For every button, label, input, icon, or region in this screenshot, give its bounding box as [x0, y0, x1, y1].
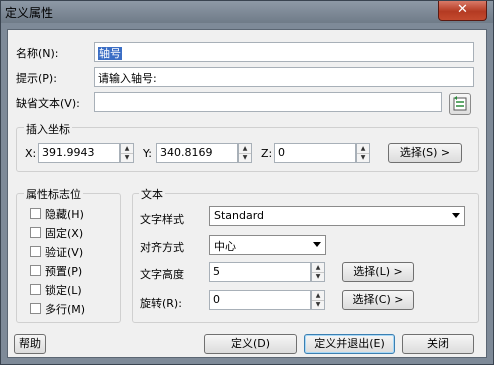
- prompt-input[interactable]: 请输入轴号:: [94, 67, 474, 87]
- x-input[interactable]: 391.9943: [38, 143, 120, 163]
- invisible-label: 隐藏(H): [45, 208, 84, 221]
- insert-field-icon: [453, 96, 467, 111]
- lock-position-checkbox[interactable]: [30, 284, 41, 295]
- define-attribute-dialog: 定义属性 ✕ 名称(N): 轴号 提示(P): 请输入轴号: 缺省文本(V): …: [0, 0, 494, 365]
- tag-input[interactable]: 轴号: [94, 42, 474, 62]
- preset-checkbox[interactable]: [30, 265, 41, 276]
- default-label: 缺省文本(V):: [16, 97, 80, 110]
- tag-label: 名称(N):: [16, 47, 59, 60]
- text-height-spinner[interactable]: ▲ ▼: [311, 262, 325, 282]
- spin-down-icon[interactable]: ▼: [312, 300, 324, 309]
- justify-dropdown[interactable]: 中心: [209, 235, 326, 255]
- define-and-exit-button[interactable]: 定义并退出(E): [304, 334, 395, 354]
- pick-text-height-button[interactable]: 选择(L) >: [342, 262, 414, 282]
- multiline-label: 多行(M): [45, 303, 86, 316]
- y-label: Y:: [143, 147, 152, 160]
- text-height-label: 文字高度: [140, 268, 184, 281]
- dialog-client-area: 名称(N): 轴号 提示(P): 请输入轴号: 缺省文本(V): 插入坐标 X:…: [7, 29, 487, 358]
- rotation-input[interactable]: 0: [209, 290, 311, 310]
- constant-checkbox[interactable]: [30, 227, 41, 238]
- y-input[interactable]: 340.8169: [156, 143, 238, 163]
- verify-label: 验证(V): [45, 246, 84, 259]
- text-style-label: 文字样式: [140, 213, 184, 226]
- prompt-label: 提示(P):: [16, 72, 57, 85]
- insert-field-button[interactable]: [449, 93, 471, 115]
- help-button[interactable]: 帮助: [14, 334, 46, 354]
- window-title: 定义属性: [5, 6, 54, 20]
- justify-label: 对齐方式: [140, 241, 184, 254]
- preset-label: 预置(P): [45, 265, 83, 278]
- pick-insert-point-button[interactable]: 选择(S) >: [388, 143, 462, 163]
- spin-down-icon[interactable]: ▼: [312, 272, 324, 281]
- z-input[interactable]: 0: [274, 143, 356, 163]
- rotation-label: 旋转(R):: [140, 297, 182, 310]
- close-button[interactable]: 关闭: [402, 334, 474, 354]
- x-spinner[interactable]: ▲ ▼: [120, 143, 134, 163]
- lock-position-label: 锁定(L): [45, 284, 82, 297]
- z-spinner[interactable]: ▲ ▼: [356, 143, 370, 163]
- spin-down-icon[interactable]: ▼: [121, 153, 133, 162]
- text-style-value: Standard: [214, 209, 265, 222]
- spin-down-icon[interactable]: ▼: [357, 153, 369, 162]
- close-window-button[interactable]: ✕: [438, 1, 487, 21]
- text-settings-group-label: 文本: [139, 186, 165, 202]
- text-height-input[interactable]: 5: [209, 262, 311, 282]
- y-spinner[interactable]: ▲ ▼: [238, 143, 252, 163]
- mode-group-label: 属性标志位: [24, 186, 83, 202]
- chevron-down-icon: [313, 242, 321, 247]
- spin-down-icon[interactable]: ▼: [239, 153, 251, 162]
- chevron-down-icon: [452, 213, 460, 218]
- verify-checkbox[interactable]: [30, 246, 41, 257]
- constant-label: 固定(X): [45, 227, 84, 240]
- default-input[interactable]: [94, 92, 442, 112]
- tag-input-value: 轴号: [98, 47, 122, 60]
- invisible-checkbox[interactable]: [30, 208, 41, 219]
- define-button[interactable]: 定义(D): [204, 334, 297, 354]
- text-style-dropdown[interactable]: Standard: [209, 206, 465, 226]
- justify-value: 中心: [214, 240, 236, 253]
- x-label: X:: [25, 147, 37, 160]
- pick-rotation-button[interactable]: 选择(C) >: [342, 290, 414, 310]
- insert-point-group-label: 插入坐标: [24, 121, 72, 137]
- title-bar[interactable]: 定义属性 ✕: [1, 1, 493, 23]
- z-label: Z:: [261, 147, 273, 160]
- multiline-checkbox[interactable]: [30, 303, 41, 314]
- rotation-spinner[interactable]: ▲ ▼: [311, 290, 325, 310]
